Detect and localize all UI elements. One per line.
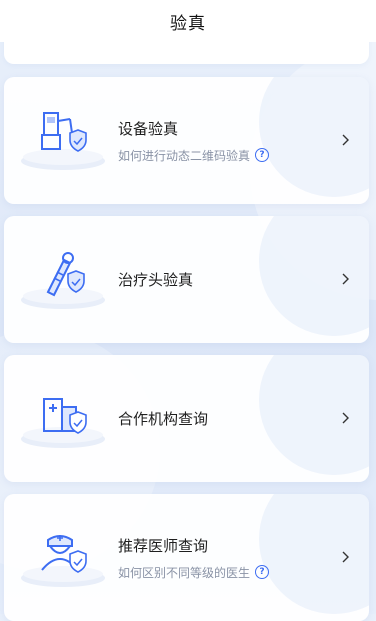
device-verify-icon xyxy=(18,99,108,179)
page-title: 验真 xyxy=(170,13,206,34)
chevron-right-icon xyxy=(342,273,349,285)
card-title: 推荐医师查询 xyxy=(118,536,209,555)
help-icon[interactable]: ? xyxy=(255,148,270,162)
card-subtitle: 如何区别不同等级的医生 ? xyxy=(118,564,270,581)
partner-institution-query-card[interactable]: 合作机构查询 xyxy=(4,355,369,482)
card-title: 设备验真 xyxy=(118,119,179,138)
help-icon[interactable]: ? xyxy=(255,565,270,579)
treatment-head-verify-card[interactable]: 治疗头验真 xyxy=(4,216,369,343)
card-subtitle: 如何进行动态二维码验真 ? xyxy=(118,147,270,164)
top-bar: 验真 xyxy=(0,0,376,42)
institution-icon xyxy=(18,377,108,457)
doctor-icon xyxy=(18,516,108,596)
card-title: 合作机构查询 xyxy=(118,410,209,428)
recommended-doctor-query-card[interactable]: 推荐医师查询 如何区别不同等级的医生 ? xyxy=(4,494,369,621)
device-verify-card[interactable]: 设备验真 如何进行动态二维码验真 ? xyxy=(4,77,369,204)
chevron-right-icon xyxy=(342,412,349,424)
treatment-head-icon xyxy=(18,238,108,318)
chevron-right-icon xyxy=(342,551,349,563)
card-title: 治疗头验真 xyxy=(118,271,194,289)
chevron-right-icon xyxy=(342,134,349,146)
